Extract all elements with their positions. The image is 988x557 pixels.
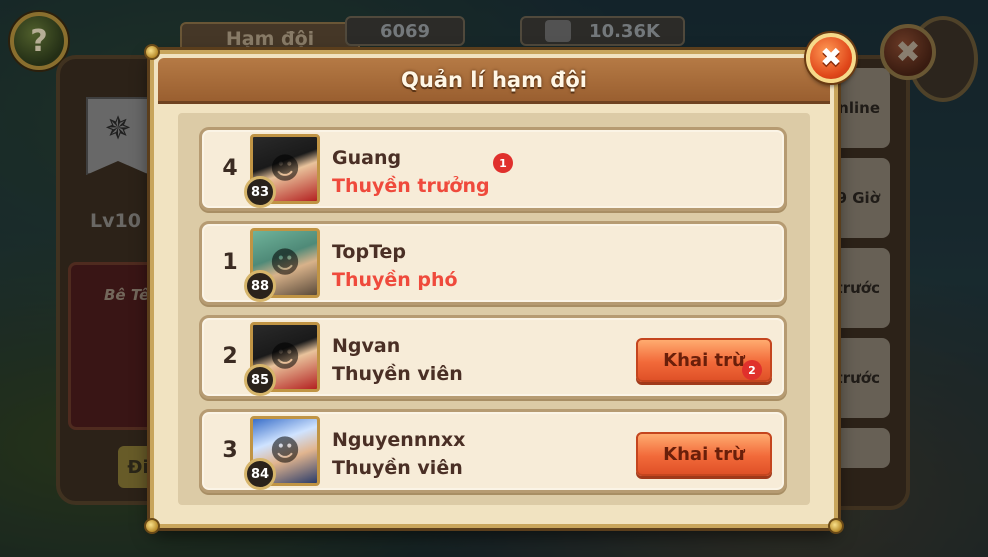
member-role: Thuyền viên	[332, 363, 463, 385]
marco-portrait-icon: ☻	[269, 433, 301, 469]
member-row: 3 ☻ 84 Nguyennnxx Thuyền viên Khai trừ	[199, 409, 787, 493]
luffy-portrait-icon: ☻	[269, 339, 301, 375]
member-name: TopTep	[332, 241, 407, 263]
level-badge: 84	[244, 458, 276, 490]
member-role: Thuyền phó	[332, 269, 458, 291]
dialog-close-button[interactable]: ✖	[806, 33, 856, 83]
annotation-marker: 2	[742, 360, 762, 380]
member-name: Guang	[332, 147, 402, 169]
member-rank: 4	[222, 156, 238, 181]
member-row: 2 ☻ 85 Ngvan Thuyền viên Khai trừ	[199, 315, 787, 399]
member-row: 1 ☻ 88 TopTep Thuyền phó	[199, 221, 787, 305]
annotation-marker: 1	[493, 153, 513, 173]
member-name: Nguyennnxx	[332, 429, 466, 451]
member-role: Thuyền trưởng	[332, 175, 490, 197]
dialog-title: Quản lí hạm đội	[401, 67, 587, 92]
close-icon: ✖	[820, 43, 842, 73]
corner-rivet	[828, 518, 844, 534]
member-role: Thuyền viên	[332, 457, 463, 479]
member-rank: 3	[222, 438, 238, 463]
member-name: Ngvan	[332, 335, 401, 357]
dialog-header: Quản lí hạm đội	[158, 58, 830, 104]
corner-rivet	[144, 518, 160, 534]
member-rank: 1	[222, 250, 238, 275]
kick-button[interactable]: Khai trừ	[636, 432, 772, 476]
zoro-portrait-icon: ☻	[269, 245, 301, 281]
level-badge: 88	[244, 270, 276, 302]
corner-rivet	[144, 44, 160, 60]
luffy-portrait-icon: ☻	[269, 151, 301, 187]
member-rank: 2	[222, 344, 238, 369]
level-badge: 83	[244, 176, 276, 208]
member-row: 4 ☻ 83 Guang Thuyền trưởng	[199, 127, 787, 211]
level-badge: 85	[244, 364, 276, 396]
